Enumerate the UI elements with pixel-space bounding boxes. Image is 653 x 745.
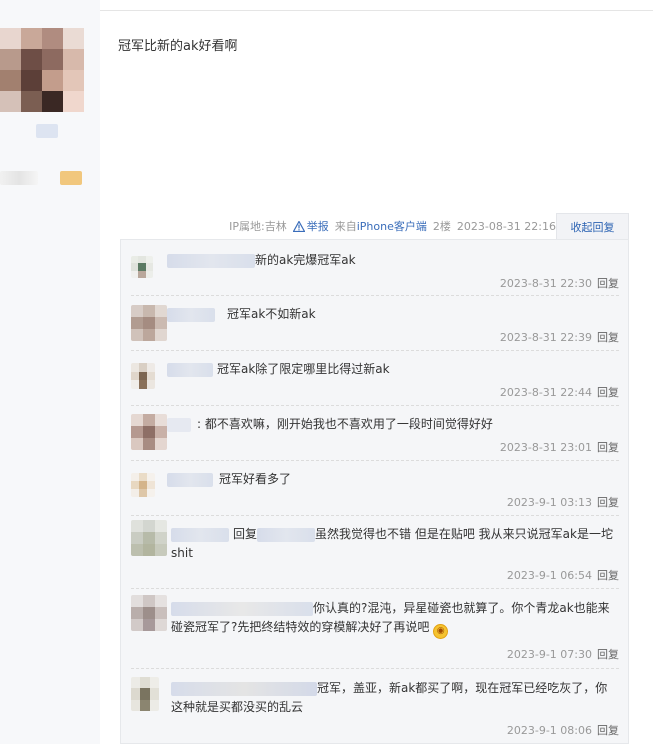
reply-avatar[interactable]: [131, 473, 155, 497]
list-item: 冠军ak除了限定哪里比得过新ak 2023-8-31 22:44 回复: [131, 351, 619, 406]
reply-button[interactable]: 回复: [597, 569, 619, 582]
reply-avatar[interactable]: [131, 677, 159, 711]
list-item: 回复 虽然我觉得也不错 但是在贴吧 我从来只说冠军ak是一坨shit 2023-9…: [131, 516, 619, 589]
reply-target-blur[interactable]: [257, 527, 316, 542]
ip-location: IP属地:吉林: [229, 220, 287, 233]
reply-meta: 2023-9-1 08:06 回复: [507, 722, 619, 738]
list-item: 冠军ak不如新ak 2023-8-31 22:39 回复: [131, 296, 619, 351]
reply-button[interactable]: 回复: [597, 724, 619, 737]
author-level-blur: [0, 171, 38, 185]
author-sidebar: [0, 0, 100, 744]
top-divider: [100, 10, 653, 11]
reply-time: 2023-8-31 22:44: [499, 386, 592, 399]
reply-meta: 2023-8-31 23:01 回复: [500, 439, 619, 455]
reply-avatar[interactable]: [131, 305, 167, 341]
author-name-blur: [36, 124, 58, 138]
reply-avatar[interactable]: [131, 363, 155, 389]
client-link[interactable]: iPhone客户端: [357, 220, 427, 233]
reply-list: 新的ak完爆冠军ak 2023-8-31 22:30 回复 冠军ak不如新ak 2…: [120, 239, 629, 744]
reply-button[interactable]: 回复: [597, 648, 619, 661]
reply-button[interactable]: 回复: [597, 386, 619, 399]
reply-time: 2023-8-31 23:01: [499, 441, 592, 454]
reply-text: : 都不喜欢嘛，刚开始我也不喜欢用了一段时间觉得好好: [167, 415, 493, 434]
reply-meta: 2023-9-1 07:30 回复: [507, 646, 619, 662]
reply-avatar[interactable]: [131, 414, 167, 450]
shocked-emoji-icon: ◉: [433, 624, 449, 639]
reply-time: 2023-9-1 08:06: [506, 724, 592, 737]
reply-text: 新的ak完爆冠军ak: [167, 251, 356, 270]
reply-button[interactable]: 回复: [597, 277, 619, 290]
list-item: 你认真的?混沌，异星碰瓷也就算了。你个青龙ak也能来碰瓷冠军了?先把终结特效的穿…: [131, 589, 619, 669]
reply-username-blur[interactable]: [167, 417, 191, 432]
reply-time: 2023-9-1 06:54: [506, 569, 592, 582]
reply-text: 回复 虽然我觉得也不错 但是在贴吧 我从来只说冠军ak是一坨shit: [171, 527, 613, 560]
reply-button[interactable]: 回复: [597, 496, 619, 509]
reply-avatar[interactable]: [131, 256, 153, 278]
reply-time: 2023-8-31 22:30: [499, 277, 592, 290]
reply-meta: 2023-8-31 22:44 回复: [500, 384, 619, 400]
reply-text: 冠军ak不如新ak: [167, 305, 316, 324]
warning-icon: [292, 220, 305, 232]
reply-text: 冠军好看多了: [167, 470, 291, 489]
reply-username-blur[interactable]: [167, 307, 215, 322]
reply-meta: 2023-8-31 22:39 回复: [500, 329, 619, 345]
reply-button[interactable]: 回复: [597, 441, 619, 454]
floor-number: 2楼: [432, 220, 451, 233]
reply-username-blur[interactable]: [167, 472, 213, 487]
author-badge-blur: [60, 171, 82, 185]
reply-username-blur[interactable]: [171, 527, 229, 542]
post-content: 冠军比新的ak好看啊: [118, 39, 238, 54]
reply-avatar[interactable]: [131, 595, 167, 631]
reply-text: 冠军，盖亚，新ak都买了啊，现在冠军已经吃灰了，你这种就是买都没买的乱云: [171, 681, 608, 714]
reply-username-blur[interactable]: [167, 253, 255, 268]
reply-meta: 2023-9-1 06:54 回复: [507, 567, 619, 583]
reply-meta: 2023-9-1 03:13 回复: [507, 494, 619, 510]
reply-button[interactable]: 回复: [597, 331, 619, 344]
collapse-replies-button[interactable]: 收起回复: [556, 213, 629, 240]
post-meta-bar: IP属地:吉林 举报 来自iPhone客户端 2楼 2023-08-31 22:…: [0, 218, 556, 234]
author-avatar[interactable]: [0, 28, 84, 112]
reply-avatar[interactable]: [131, 520, 167, 556]
list-item: 冠军，盖亚，新ak都买了啊，现在冠军已经吃灰了，你这种就是买都没买的乱云 202…: [131, 669, 619, 745]
post-time: 2023-08-31 22:16: [456, 219, 556, 233]
reply-username-blur[interactable]: [171, 681, 317, 696]
reply-time: 2023-9-1 03:13: [506, 496, 592, 509]
report-link[interactable]: 举报: [292, 218, 329, 234]
reply-time: 2023-8-31 22:39: [499, 331, 592, 344]
reply-username-blur[interactable]: [171, 601, 313, 616]
reply-username-blur[interactable]: [167, 362, 213, 377]
list-item: 冠军好看多了 2023-9-1 03:13 回复: [131, 461, 619, 516]
list-item: : 都不喜欢嘛，刚开始我也不喜欢用了一段时间觉得好好 2023-8-31 23:…: [131, 406, 619, 461]
report-label: 举报: [306, 220, 329, 233]
list-item: 新的ak完爆冠军ak 2023-8-31 22:30 回复: [131, 246, 619, 296]
reply-text: 冠军ak除了限定哪里比得过新ak: [167, 360, 390, 379]
reply-time: 2023-9-1 07:30: [506, 648, 592, 661]
reply-text: 你认真的?混沌，异星碰瓷也就算了。你个青龙ak也能来碰瓷冠军了?先把终结特效的穿…: [171, 599, 617, 639]
client-source: 来自iPhone客户端: [334, 220, 427, 233]
reply-meta: 2023-8-31 22:30 回复: [500, 275, 619, 291]
